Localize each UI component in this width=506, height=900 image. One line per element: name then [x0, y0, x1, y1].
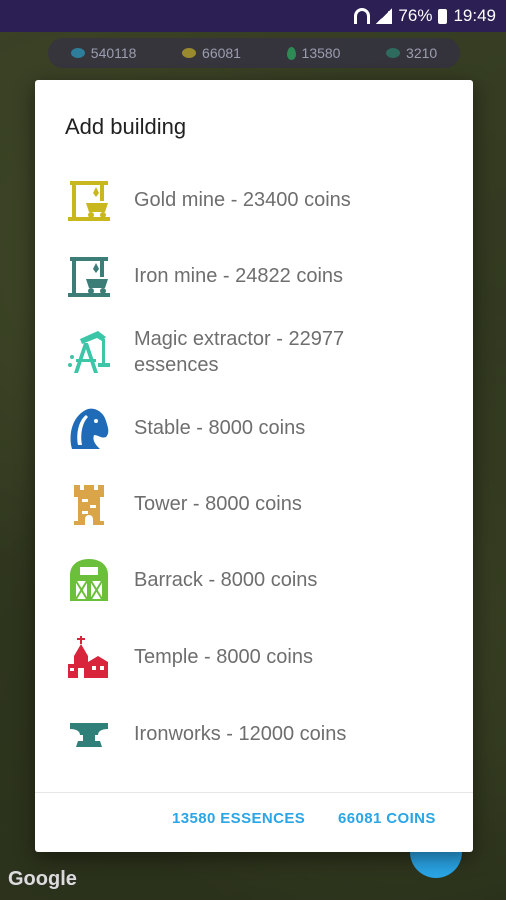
clock: 19:49 [453, 6, 496, 25]
resource-gems: 540118 [70, 45, 137, 61]
status-bar: 76% 19:49 [0, 0, 506, 32]
building-label: Iron mine - 24822 coins [134, 265, 344, 287]
dialog-title: Add building [65, 114, 187, 139]
resource-essences: 13580 [286, 45, 341, 61]
pay-coins-button[interactable]: 66081 COINS [338, 810, 436, 827]
building-label: Gold mine - 23400 coins [134, 189, 351, 211]
stable-horse-icon [65, 404, 113, 452]
anvil-icon [65, 710, 113, 758]
building-label: Tower - 8000 coins [134, 493, 302, 515]
tower-icon [65, 480, 113, 528]
wifi-icon [354, 8, 371, 24]
resource-value: 66081 [202, 45, 241, 61]
signal-icon [376, 8, 393, 24]
resource-value: 13580 [301, 45, 341, 61]
magic-extractor-icon [65, 328, 113, 376]
building-item-iron-mine[interactable]: Iron mine - 24822 coins [35, 250, 473, 302]
resource-coins: 66081 [182, 45, 241, 61]
iron-mine-icon [65, 252, 113, 300]
building-item-ironworks[interactable]: Ironworks - 12000 coins [35, 708, 473, 760]
add-building-dialog: Add building Gold mine - 23400 coins Iro… [35, 80, 473, 852]
building-item-gold-mine[interactable]: Gold mine - 23400 coins [35, 174, 473, 226]
building-item-temple[interactable]: Temple - 8000 coins [35, 631, 473, 683]
building-item-tower[interactable]: Tower - 8000 coins [35, 478, 473, 530]
gem-icon [70, 48, 85, 58]
essence-drop-icon [286, 46, 296, 60]
resource-bar: 540118 66081 13580 3210 [48, 38, 460, 68]
building-label: Barrack - 8000 coins [134, 569, 318, 591]
pay-essences-button[interactable]: 13580 ESSENCES [172, 810, 305, 827]
coins-icon [182, 48, 197, 58]
dialog-divider [35, 792, 473, 793]
resource-value: 540118 [90, 45, 137, 61]
building-label: Temple - 8000 coins [134, 646, 313, 668]
battery-icon [438, 8, 448, 24]
resource-iron: 3210 [386, 45, 437, 61]
temple-icon [65, 633, 113, 681]
building-item-magic-extractor[interactable]: Magic extractor - 22977 essences [35, 322, 473, 382]
battery-percent: 76% [398, 6, 433, 25]
gold-mine-icon [65, 176, 113, 224]
building-label: Magic extractor - 22977 essences [134, 328, 345, 376]
google-logo: Google [8, 868, 77, 890]
building-label: Ironworks - 12000 coins [134, 723, 347, 745]
building-item-stable[interactable]: Stable - 8000 coins [35, 402, 473, 454]
building-item-barrack[interactable]: Barrack - 8000 coins [35, 554, 473, 606]
barrack-icon [65, 556, 113, 604]
iron-icon [386, 48, 401, 58]
building-label: Stable - 8000 coins [134, 417, 306, 439]
resource-value: 3210 [406, 45, 438, 61]
